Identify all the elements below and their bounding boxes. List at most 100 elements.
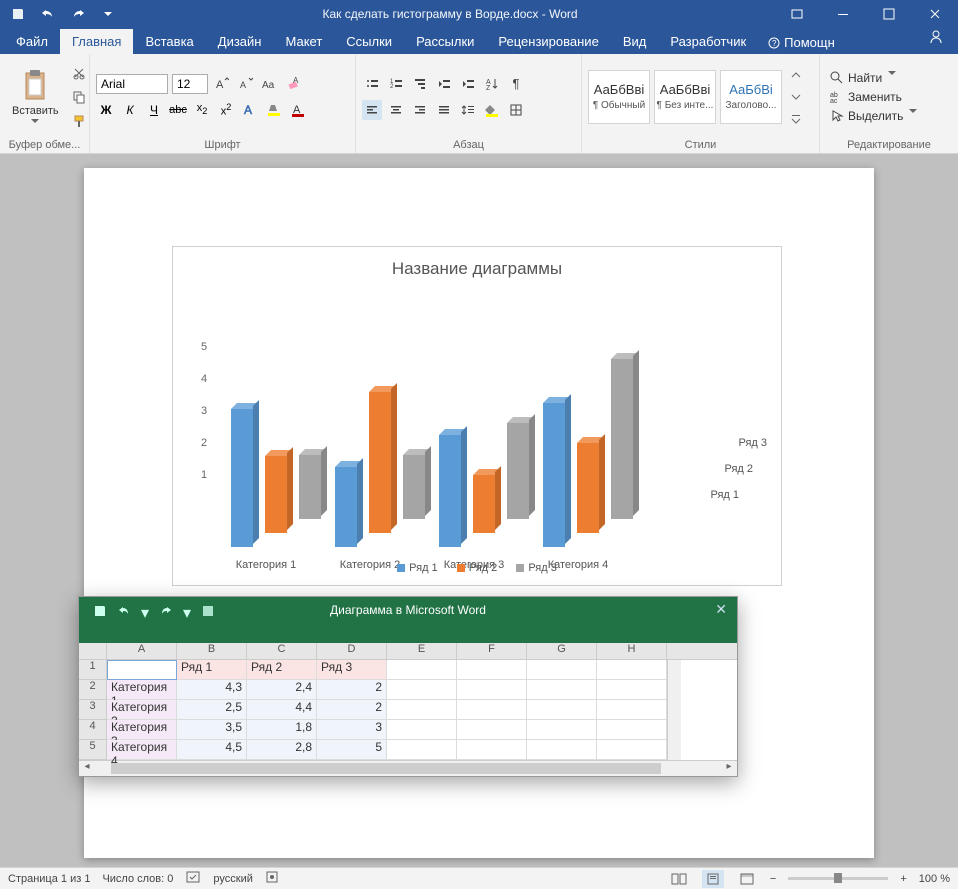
row-header[interactable]: 4 <box>79 720 107 740</box>
cell[interactable]: 4,4 <box>247 700 317 720</box>
cell[interactable] <box>527 700 597 720</box>
borders-icon[interactable] <box>506 100 526 120</box>
col-header[interactable]: F <box>457 643 527 659</box>
cell[interactable]: 3 <box>317 720 387 740</box>
cell[interactable] <box>387 740 457 760</box>
tab-insert[interactable]: Вставка <box>133 29 205 54</box>
row-header[interactable]: 5 <box>79 740 107 760</box>
excel-hscroll[interactable]: ◂▸ <box>79 760 737 776</box>
excel-grid[interactable]: ABCDEFGH1Ряд 1Ряд 2Ряд 32Категория 14,32… <box>79 643 737 760</box>
tab-mailings[interactable]: Рассылки <box>404 29 486 54</box>
cell[interactable] <box>597 700 667 720</box>
cell[interactable] <box>457 680 527 700</box>
status-words[interactable]: Число слов: 0 <box>102 873 173 885</box>
cell[interactable]: 3,5 <box>177 720 247 740</box>
shrink-font-icon[interactable]: A <box>236 74 256 94</box>
styles-more-down-icon[interactable] <box>786 87 806 107</box>
copy-icon[interactable] <box>69 87 89 107</box>
replace-button[interactable]: abacЗаменить <box>826 89 927 105</box>
maximize-icon[interactable] <box>866 0 912 28</box>
styles-more-up-icon[interactable] <box>786 65 806 85</box>
cell[interactable]: Категория 4 <box>107 740 177 760</box>
underline-icon[interactable]: Ч <box>144 100 164 120</box>
share-icon[interactable] <box>914 25 958 54</box>
cell[interactable] <box>387 680 457 700</box>
justify-icon[interactable] <box>434 100 454 120</box>
italic-icon[interactable]: К <box>120 100 140 120</box>
tab-view[interactable]: Вид <box>611 29 659 54</box>
align-center-icon[interactable] <box>386 100 406 120</box>
col-header[interactable]: D <box>317 643 387 659</box>
status-page[interactable]: Страница 1 из 1 <box>8 873 90 885</box>
cell[interactable]: Категория 3 <box>107 720 177 740</box>
styles-more-icon[interactable] <box>786 109 806 129</box>
col-header[interactable]: B <box>177 643 247 659</box>
clear-format-icon[interactable]: A <box>284 74 304 94</box>
cell[interactable]: 2 <box>317 700 387 720</box>
style-nospacing[interactable]: АаБбВві¶ Без инте... <box>654 70 716 124</box>
web-layout-icon[interactable] <box>736 870 758 888</box>
cell[interactable]: 4,5 <box>177 740 247 760</box>
status-language[interactable]: русский <box>213 873 252 885</box>
font-size-input[interactable] <box>172 74 208 94</box>
cell[interactable] <box>597 660 667 680</box>
cell[interactable]: Ряд 3 <box>317 660 387 680</box>
tab-design[interactable]: Дизайн <box>206 29 274 54</box>
cell[interactable]: Ряд 1 <box>177 660 247 680</box>
excel-data-window[interactable]: ▾ ▾ Диаграмма в Microsoft Word ✕ ABCDEFG… <box>78 596 738 777</box>
find-button[interactable]: Найти <box>826 70 927 86</box>
cell[interactable] <box>597 680 667 700</box>
text-effects-icon[interactable]: A <box>240 100 260 120</box>
numbering-icon[interactable]: 12 <box>386 74 406 94</box>
zoom-out-icon[interactable]: − <box>770 873 776 885</box>
chart[interactable]: Название диаграммы 12345Категория 1Катег… <box>172 246 782 586</box>
row-header[interactable]: 2 <box>79 680 107 700</box>
tell-me[interactable]: ?Помощн <box>758 31 845 54</box>
font-color-icon[interactable]: A <box>288 100 308 120</box>
cell[interactable]: Категория 2 <box>107 700 177 720</box>
show-marks-icon[interactable]: ¶ <box>506 74 526 94</box>
undo-icon[interactable] <box>38 4 58 24</box>
format-painter-icon[interactable] <box>69 111 89 131</box>
cell[interactable] <box>597 720 667 740</box>
cell[interactable] <box>457 700 527 720</box>
ribbon-display-icon[interactable] <box>774 0 820 28</box>
select-button[interactable]: Выделить <box>826 108 927 124</box>
bullets-icon[interactable] <box>362 74 382 94</box>
cell[interactable]: Категория 1 <box>107 680 177 700</box>
cell[interactable] <box>387 720 457 740</box>
cell[interactable] <box>527 680 597 700</box>
paste-button[interactable]: Вставить <box>6 67 65 126</box>
cell[interactable] <box>527 740 597 760</box>
cell[interactable] <box>387 660 457 680</box>
decrease-indent-icon[interactable] <box>434 74 454 94</box>
cell[interactable]: 2 <box>317 680 387 700</box>
qat-dropdown-icon[interactable] <box>98 4 118 24</box>
grow-font-icon[interactable]: A <box>212 74 232 94</box>
tab-layout[interactable]: Макет <box>273 29 334 54</box>
print-layout-icon[interactable] <box>702 870 724 888</box>
cell[interactable] <box>107 660 177 680</box>
cell[interactable] <box>457 660 527 680</box>
tab-file[interactable]: Файл <box>4 29 60 54</box>
line-spacing-icon[interactable] <box>458 100 478 120</box>
cell[interactable]: 4,3 <box>177 680 247 700</box>
font-name-input[interactable] <box>96 74 168 94</box>
read-mode-icon[interactable] <box>668 870 690 888</box>
cell[interactable]: 2,5 <box>177 700 247 720</box>
col-header[interactable]: E <box>387 643 457 659</box>
bold-icon[interactable]: Ж <box>96 100 116 120</box>
macro-icon[interactable] <box>265 870 279 887</box>
multilevel-icon[interactable] <box>410 74 430 94</box>
redo-icon[interactable] <box>68 4 88 24</box>
cell[interactable]: 5 <box>317 740 387 760</box>
col-header[interactable]: G <box>527 643 597 659</box>
cell[interactable] <box>457 720 527 740</box>
tab-developer[interactable]: Разработчик <box>658 29 758 54</box>
style-normal[interactable]: АаБбВві¶ Обычный <box>588 70 650 124</box>
col-header[interactable]: C <box>247 643 317 659</box>
row-header[interactable]: 3 <box>79 700 107 720</box>
cell[interactable] <box>387 700 457 720</box>
cell[interactable]: 2,4 <box>247 680 317 700</box>
zoom-slider[interactable] <box>788 877 888 880</box>
